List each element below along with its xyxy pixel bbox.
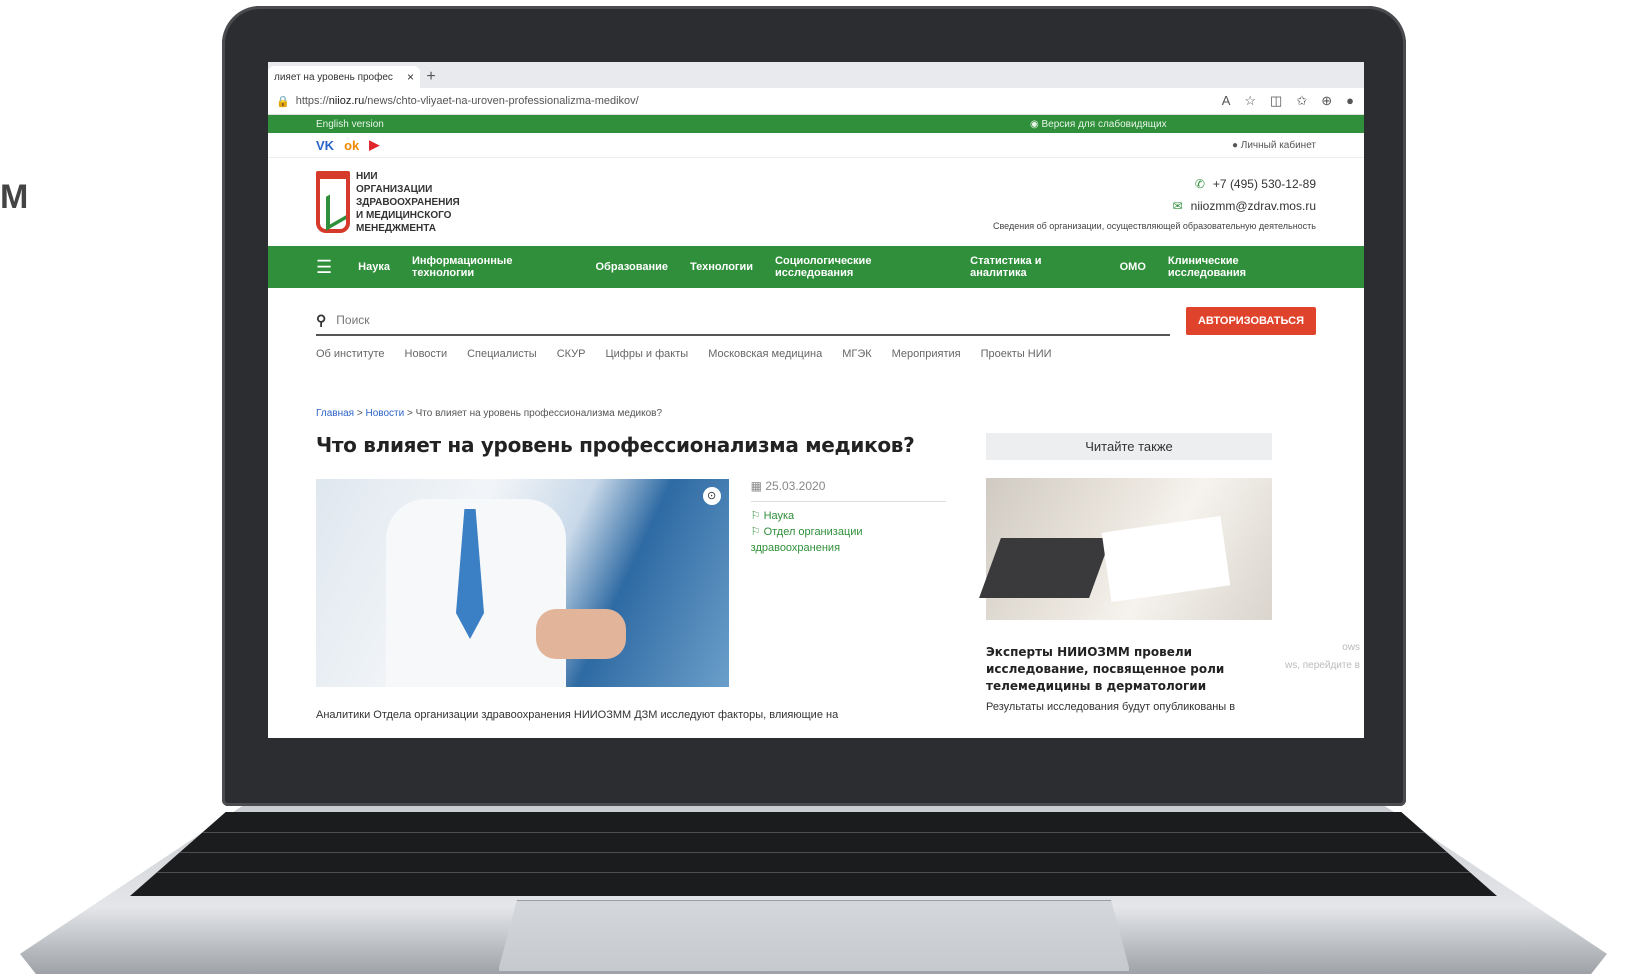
logo-icon[interactable]	[316, 171, 350, 233]
bookmark-icon: ⚐	[750, 526, 764, 538]
subnav-specialists[interactable]: Специалисты	[467, 348, 537, 360]
zoom-icon[interactable]: ⊙	[702, 487, 721, 505]
nav-item-technologies[interactable]: Технологии	[690, 261, 753, 273]
collections-icon[interactable]: ⊕	[1321, 93, 1332, 109]
article-lead: Аналитики Отдела организации здравоохран…	[316, 709, 839, 721]
personal-cabinet-link[interactable]: ● Личный кабинет	[1232, 140, 1316, 151]
new-tab-button[interactable]: +	[420, 66, 442, 88]
eye-icon: ◉	[1030, 118, 1042, 130]
nav-item-statistics[interactable]: Статистика и аналитика	[970, 255, 1097, 279]
read-aloud-icon[interactable]: A	[1222, 93, 1231, 109]
sidebar-image[interactable]	[979, 478, 1272, 620]
nav-item-it[interactable]: Информационные технологии	[412, 255, 574, 279]
tab-close-icon[interactable]: ×	[407, 70, 414, 84]
phone-link[interactable]: ✆ +7 (495) 530-12-89	[993, 173, 1316, 195]
odnoklassniki-icon[interactable]: ok	[344, 138, 359, 153]
favorite-star-icon[interactable]: ☆	[1244, 93, 1256, 109]
social-row: VK ok ▶ ● Личный кабинет	[268, 133, 1364, 158]
contacts: ✆ +7 (495) 530-12-89 ✉ niiozmm@zdrav.mos.r…	[993, 173, 1316, 231]
logo-text[interactable]: НИИ ОРГАНИЗАЦИИ ЗДРАВООХРАНЕНИЯ И МЕДИЦИ…	[356, 170, 460, 235]
subnav-about[interactable]: Об институте	[316, 348, 385, 360]
search-row: ⚲ АВТОРИЗОВАТЬСЯ	[268, 306, 1364, 336]
tab-title: лияет на уровень профес	[274, 71, 393, 83]
favorites-icon[interactable]: ✩	[1296, 93, 1307, 109]
nav-item-sociology[interactable]: Социологические исследования	[775, 255, 948, 279]
subnav-facts[interactable]: Цифры и факты	[606, 348, 689, 360]
tag-department[interactable]: ⚐ Отдел организации здравоохранения	[751, 524, 946, 556]
article-image[interactable]: ⊙	[316, 479, 729, 687]
url-text[interactable]: https://niioz.ru/news/chto-vliyaet-na-ur…	[296, 95, 639, 107]
article-date: ▦ 25.03.2020	[750, 479, 946, 502]
breadcrumb-current: Что влияет на уровень профессионализма м…	[415, 408, 663, 419]
article-title: Что влияет на уровень профессионализма м…	[316, 433, 915, 457]
content: Что влияет на уровень профессионализма м…	[268, 433, 1364, 721]
browser-tab[interactable]: лияет на уровень профес ×	[268, 66, 420, 88]
main-nav: ☰ Наука Информационные технологии Образо…	[268, 246, 1364, 288]
edu-info-link[interactable]: Сведения об организации, осуществляющей …	[993, 221, 1316, 231]
nav-item-clinical[interactable]: Клинические исследования	[1168, 255, 1316, 279]
article-meta: ▦ 25.03.2020 ⚐ Наука ⚐ Отдел организации…	[750, 479, 946, 687]
low-vision-link[interactable]: ◉ Версия для слабовидящих	[1030, 119, 1316, 130]
menu-burger-icon[interactable]: ☰	[316, 257, 332, 278]
edge-text: М	[0, 178, 29, 216]
watermark-line-2: ws, перейдите в	[1284, 660, 1360, 671]
phone-icon: ✆	[1194, 177, 1205, 191]
tag-science[interactable]: ⚐ Наука	[751, 508, 946, 524]
laptop-screen: лияет на уровень профес × + 🔒 https://ni…	[268, 62, 1364, 738]
address-bar[interactable]: 🔒 https://niioz.ru/news/chto-vliyaet-na-…	[268, 88, 1364, 115]
search-input[interactable]	[334, 312, 639, 328]
browser-tabbar: лияет на уровень профес × +	[268, 62, 1364, 88]
subnav-news[interactable]: Новости	[405, 348, 448, 360]
vk-icon[interactable]: VK	[316, 138, 334, 153]
sub-nav: Об институте Новости Специалисты СКУР Ци…	[268, 348, 1364, 360]
site-header: НИИ ОРГАНИЗАЦИИ ЗДРАВООХРАНЕНИЯ И МЕДИЦИ…	[268, 158, 1364, 246]
mail-icon: ✉	[1172, 199, 1183, 213]
subnav-events[interactable]: Мероприятия	[892, 348, 961, 360]
subnav-projects[interactable]: Проекты НИИ	[981, 348, 1052, 360]
breadcrumb-news[interactable]: Новости	[365, 408, 404, 419]
profile-icon[interactable]: ●	[1346, 93, 1354, 109]
nav-item-science[interactable]: Наука	[358, 261, 390, 273]
lock-icon: 🔒	[276, 95, 290, 108]
article: Что влияет на уровень профессионализма м…	[316, 433, 946, 721]
laptop-keyboard	[130, 812, 1497, 896]
search-box[interactable]: ⚲	[316, 306, 1170, 336]
authorize-button[interactable]: АВТОРИЗОВАТЬСЯ	[1185, 307, 1316, 335]
breadcrumb: Главная > Новости > Что влияет на уровен…	[316, 408, 663, 419]
split-screen-icon[interactable]: ◫	[1270, 93, 1282, 109]
nav-item-omo[interactable]: ОМО	[1120, 261, 1146, 273]
read-also-heading: Читайте также	[986, 433, 1272, 460]
user-icon: ●	[1231, 139, 1241, 151]
english-version-link[interactable]: English version	[316, 119, 384, 130]
sidebar-article-text: Результаты исследования будут опубликова…	[986, 701, 1236, 713]
subnav-mgek[interactable]: МГЭК	[842, 348, 871, 360]
calendar-icon: ▦	[750, 479, 766, 493]
nav-item-education[interactable]: Образование	[596, 261, 669, 273]
top-bar: English version ◉ Версия для слабовидящи…	[268, 115, 1364, 133]
sidebar-article-title[interactable]: Эксперты НИИОЗММ провели исследование, п…	[986, 644, 1272, 695]
bookmark-icon: ⚐	[750, 510, 764, 522]
laptop-trackpad	[498, 900, 1130, 971]
email-link[interactable]: ✉ niiozmm@zdrav.mos.ru	[993, 195, 1316, 217]
search-icon: ⚲	[316, 311, 327, 328]
sidebar: Читайте также Эксперты НИИОЗММ провели и…	[979, 433, 1272, 721]
subnav-moscow-medicine[interactable]: Московская медицина	[708, 348, 822, 360]
breadcrumb-home[interactable]: Главная	[316, 408, 354, 419]
watermark-line-1: ows	[1342, 642, 1360, 653]
youtube-icon[interactable]: ▶	[369, 137, 379, 153]
subnav-skur[interactable]: СКУР	[557, 348, 586, 360]
